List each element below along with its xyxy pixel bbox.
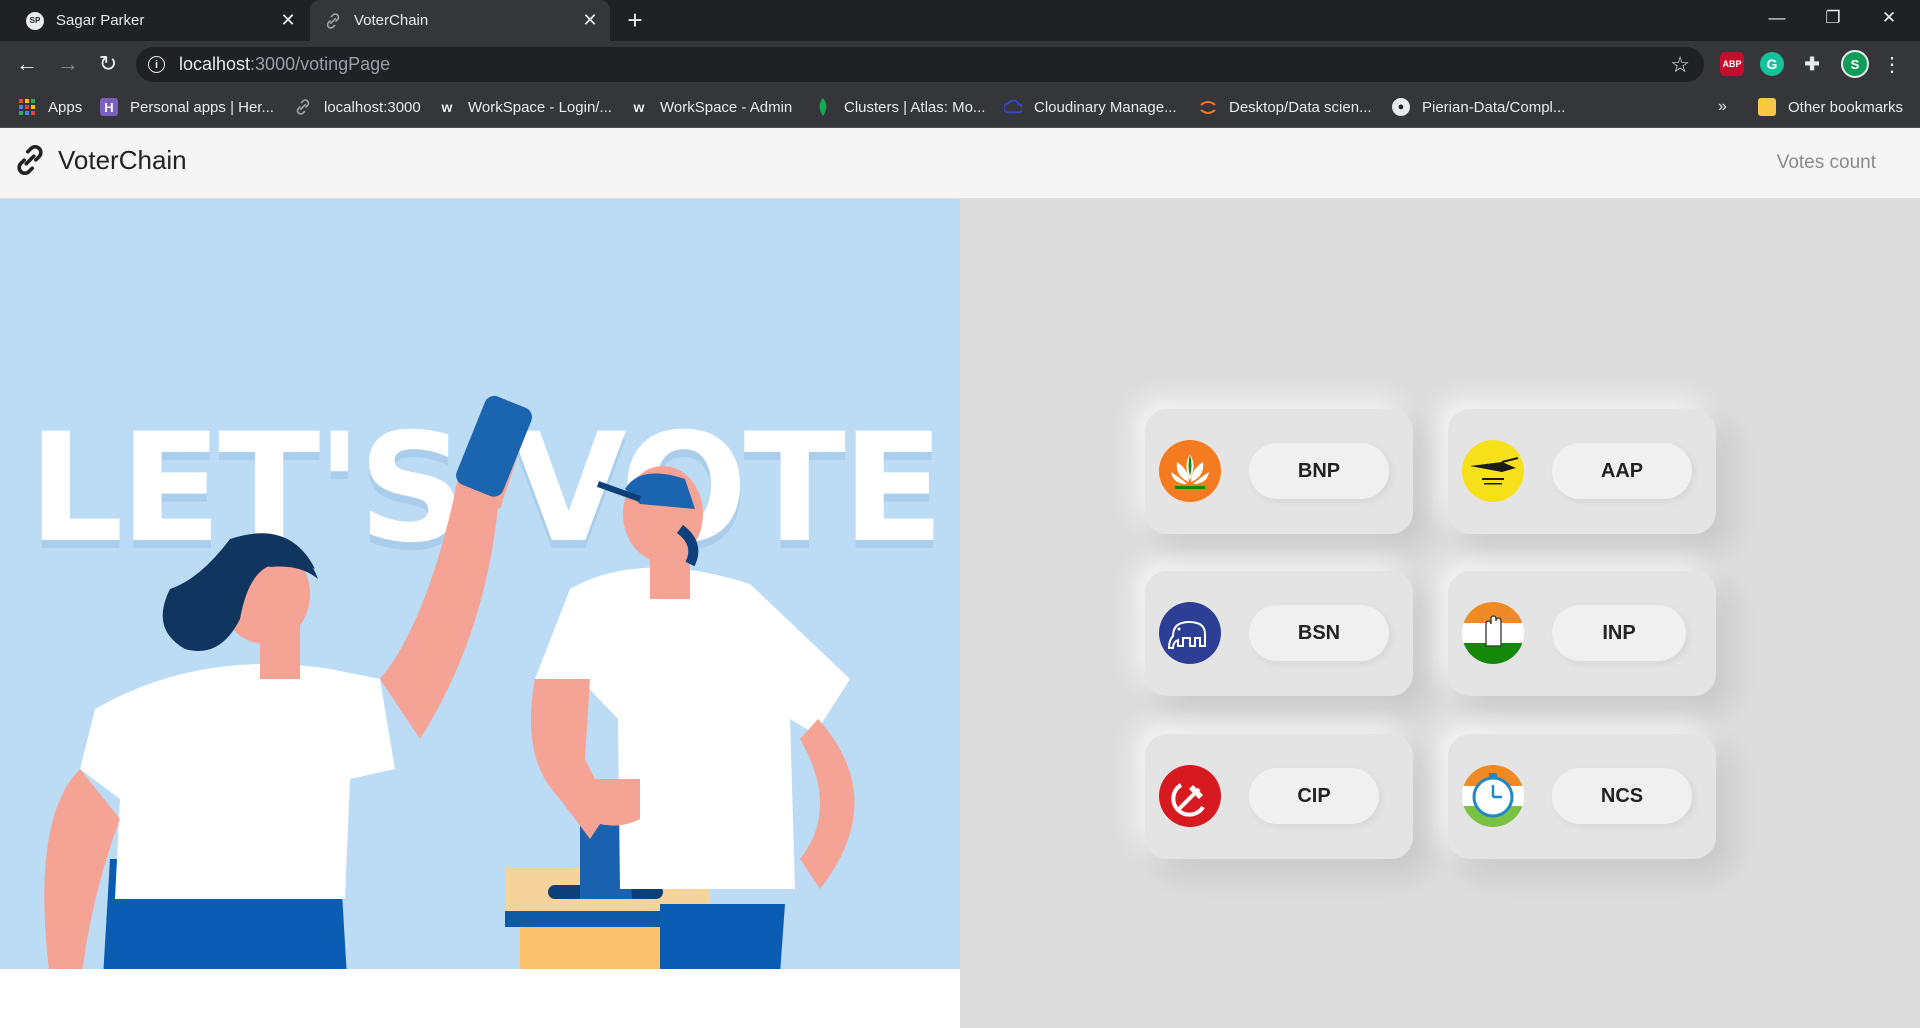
browser-tab-strip: SP Sagar Parker ✕ VoterChain ✕ + — ❐ ✕ bbox=[0, 0, 1920, 41]
close-tab-icon[interactable]: ✕ bbox=[278, 10, 298, 30]
voting-panel: BNP AAP BSN INP CIP NCS bbox=[960, 199, 1920, 1028]
restore-window-icon[interactable]: ❐ bbox=[1810, 0, 1856, 36]
bookmark-github[interactable]: ● Pierian-Data/Compl... bbox=[1392, 87, 1565, 127]
heroku-icon: H bbox=[100, 98, 118, 116]
workspace-icon: w bbox=[441, 99, 453, 115]
bookmark-label: Clusters | Atlas: Mo... bbox=[844, 98, 986, 116]
lets-vote-illustration: LET'S VOTE bbox=[0, 199, 960, 1028]
floor bbox=[0, 969, 960, 1028]
bookmark-label: Cloudinary Manage... bbox=[1034, 98, 1177, 116]
extensions-puzzle-icon[interactable]: ✚ bbox=[1800, 52, 1824, 76]
bookmark-heroku[interactable]: H Personal apps | Her... bbox=[100, 87, 274, 127]
minimize-window-icon[interactable]: — bbox=[1754, 0, 1800, 36]
mongodb-leaf-icon bbox=[814, 98, 832, 116]
vote-button-aap[interactable]: AAP bbox=[1552, 443, 1692, 499]
bookmarks-bar: Apps H Personal apps | Her... localhost:… bbox=[0, 87, 1920, 128]
close-tab-icon[interactable]: ✕ bbox=[580, 10, 600, 30]
bookmark-label: Pierian-Data/Compl... bbox=[1422, 98, 1566, 116]
clock-logo-icon bbox=[1462, 765, 1524, 827]
grammarly-icon[interactable]: G bbox=[1760, 52, 1784, 76]
votes-count-link[interactable]: Votes count bbox=[1777, 152, 1876, 174]
tab-title: VoterChain bbox=[354, 12, 429, 29]
hand-logo-icon bbox=[1462, 602, 1524, 664]
link-icon bbox=[326, 12, 340, 29]
bookmark-label: WorkSpace - Login/... bbox=[468, 98, 612, 116]
app-navbar: VoterChain Votes count bbox=[0, 128, 1920, 199]
tab-title: Sagar Parker bbox=[56, 12, 145, 29]
chain-link-logo-icon bbox=[17, 145, 43, 175]
workspace-icon: w bbox=[633, 99, 645, 115]
bookmark-workspace-login[interactable]: w WorkSpace - Login/... bbox=[438, 87, 612, 127]
bookmark-label: Desktop/Data scien... bbox=[1229, 98, 1372, 116]
party-card-cip: CIP bbox=[1145, 734, 1413, 859]
adblock-plus-icon[interactable]: ABP bbox=[1720, 52, 1744, 76]
bookmark-label: localhost:3000 bbox=[324, 98, 421, 116]
party-card-inp: INP bbox=[1448, 571, 1716, 696]
bookmark-label: Personal apps | Her... bbox=[130, 98, 274, 116]
bookmark-apps[interactable]: Apps bbox=[18, 87, 82, 127]
bookmark-label: Other bookmarks bbox=[1788, 98, 1904, 116]
vote-button-ncs[interactable]: NCS bbox=[1552, 768, 1692, 824]
lotus-logo-icon bbox=[1159, 440, 1221, 502]
link-icon bbox=[294, 98, 312, 116]
browser-menu-icon[interactable]: ⋮ bbox=[1876, 48, 1908, 80]
party-card-bnp: BNP bbox=[1145, 409, 1413, 534]
bookmark-workspace-admin[interactable]: w WorkSpace - Admin bbox=[630, 87, 793, 127]
vote-button-bnp[interactable]: BNP bbox=[1249, 443, 1389, 499]
close-window-icon[interactable]: ✕ bbox=[1866, 0, 1912, 36]
browser-tab-sagar-parker[interactable]: SP Sagar Parker ✕ bbox=[8, 0, 308, 41]
voters-illustration bbox=[44, 395, 855, 1028]
address-url: localhost:3000/votingPage bbox=[179, 54, 391, 74]
bookmark-atlas[interactable]: Clusters | Atlas: Mo... bbox=[814, 87, 985, 127]
browser-toolbar: ← → ↻ i localhost:3000/votingPage ☆ ABP … bbox=[0, 41, 1920, 87]
browser-tab-voterchain[interactable]: VoterChain ✕ bbox=[310, 0, 610, 41]
brand[interactable]: VoterChain bbox=[12, 142, 187, 178]
hammer-sickle-logo-icon bbox=[1159, 765, 1221, 827]
folder-icon bbox=[1758, 98, 1776, 116]
site-info-icon[interactable]: i bbox=[148, 56, 165, 73]
party-card-ncs: NCS bbox=[1448, 734, 1716, 859]
address-bar[interactable]: i localhost:3000/votingPage ☆ bbox=[136, 47, 1704, 82]
vote-button-bsn[interactable]: BSN bbox=[1249, 605, 1389, 661]
github-icon: ● bbox=[1392, 98, 1410, 116]
bookmark-cloudinary[interactable]: Cloudinary Manage... bbox=[1004, 87, 1177, 127]
bookmark-other[interactable]: Other bookmarks bbox=[1758, 87, 1903, 127]
bookmark-star-icon[interactable]: ☆ bbox=[1670, 52, 1690, 78]
brand-name: VoterChain bbox=[58, 144, 187, 175]
broom-logo-icon bbox=[1462, 440, 1524, 502]
bookmarks-overflow-button[interactable]: » bbox=[1718, 87, 1727, 127]
party-card-bsn: BSN bbox=[1145, 571, 1413, 696]
new-tab-button[interactable]: + bbox=[622, 7, 648, 34]
bookmark-label: WorkSpace - Admin bbox=[660, 98, 793, 116]
vote-button-inp[interactable]: INP bbox=[1552, 605, 1686, 661]
bookmark-jupyter[interactable]: Desktop/Data scien... bbox=[1199, 87, 1372, 127]
profile-avatar-icon[interactable]: S bbox=[1841, 50, 1869, 78]
vote-button-cip[interactable]: CIP bbox=[1249, 768, 1379, 824]
bookmark-label: Apps bbox=[48, 98, 83, 116]
bookmark-localhost[interactable]: localhost:3000 bbox=[294, 87, 421, 127]
reload-icon[interactable]: ↻ bbox=[92, 48, 124, 80]
sp-favicon-icon: SP bbox=[26, 11, 44, 30]
forward-arrow-icon[interactable]: → bbox=[52, 48, 84, 80]
apps-grid-icon bbox=[18, 98, 36, 116]
cloudinary-icon bbox=[1004, 98, 1022, 116]
jupyter-icon bbox=[1199, 98, 1217, 116]
back-arrow-icon[interactable]: ← bbox=[11, 48, 43, 80]
party-card-aap: AAP bbox=[1448, 409, 1716, 534]
elephant-logo-icon bbox=[1159, 602, 1221, 664]
